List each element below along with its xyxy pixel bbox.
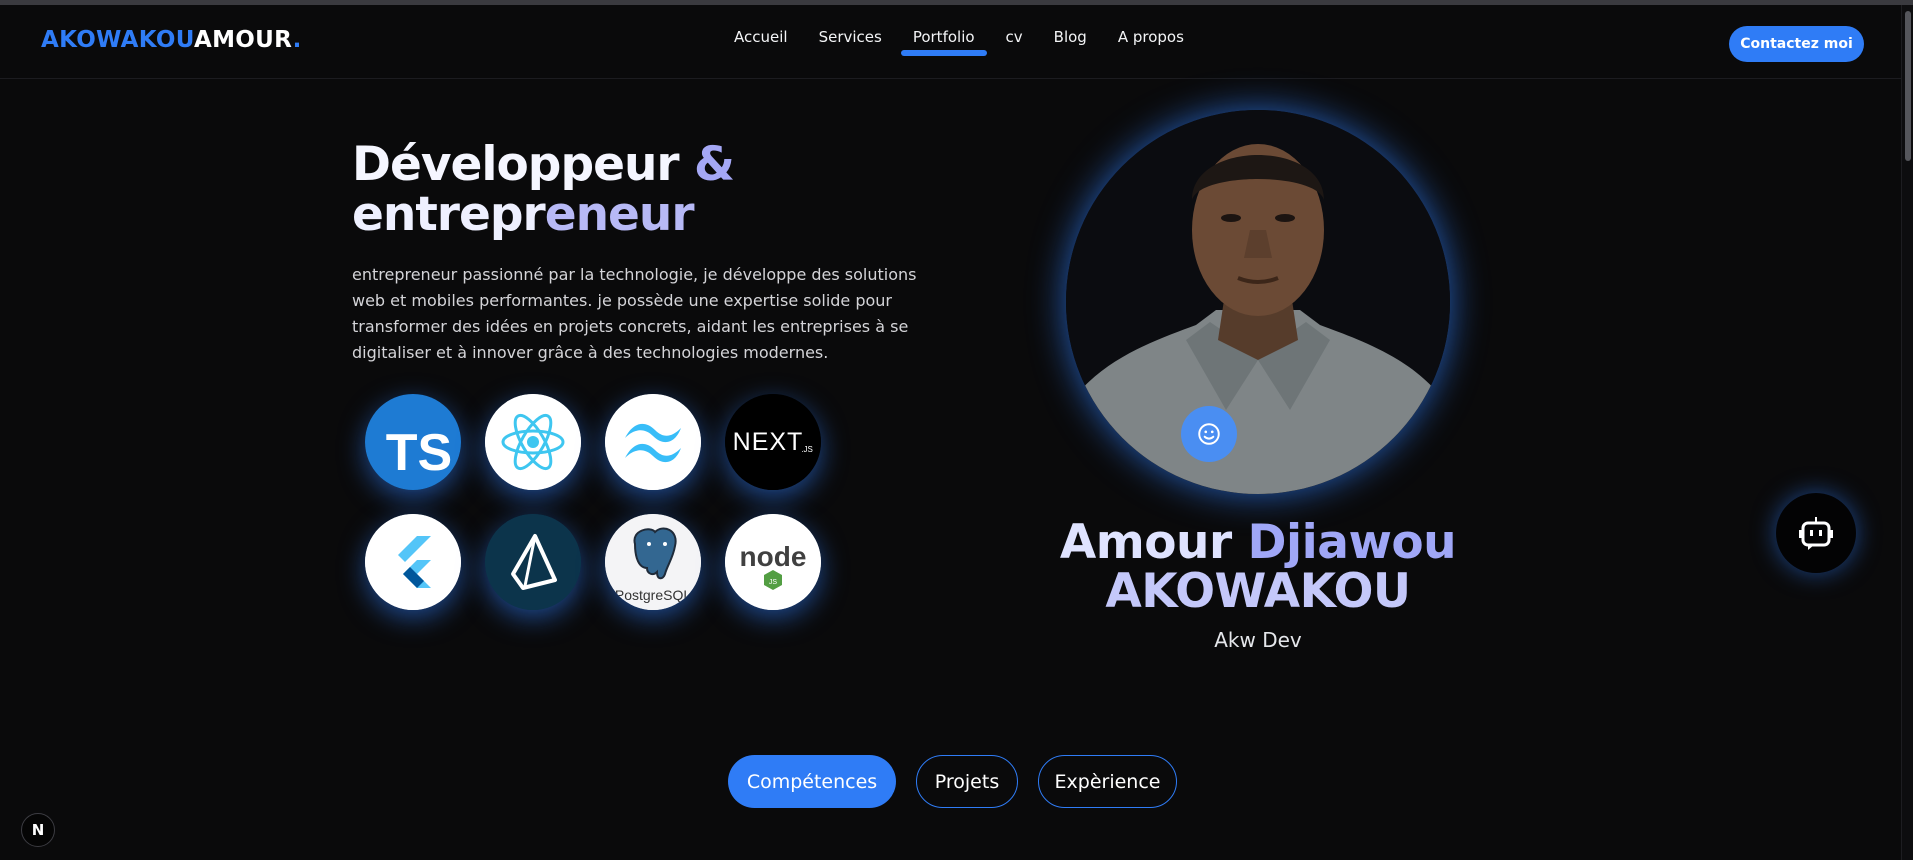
typescript-icon: TS — [365, 394, 461, 490]
nav-item-blog[interactable]: Blog — [1054, 28, 1087, 56]
prisma-icon — [485, 514, 581, 610]
smile-icon — [1198, 423, 1220, 445]
nav-item-portfolio[interactable]: Portfolio — [900, 28, 987, 56]
profile-middle-name: Djiawou — [1247, 515, 1457, 570]
profile-role: Akw Dev — [1214, 628, 1302, 652]
hero-title-ampersand: & — [693, 137, 735, 192]
page-scrollbar[interactable] — [1901, 5, 1913, 860]
hero-title-word2b: eneur — [544, 187, 695, 242]
profile-last-name: AKOWAKOU — [1105, 564, 1411, 619]
nextjs-dev-badge[interactable]: N — [21, 813, 55, 847]
logo-part1: AKOWAKOU — [41, 27, 194, 53]
contact-button[interactable]: Contactez moi — [1729, 26, 1864, 62]
profile-first-name: Amour — [1059, 515, 1248, 570]
react-icon — [485, 394, 581, 490]
nextjs-suffix: .JS — [801, 445, 813, 454]
nodejs-icon: node JS — [725, 514, 821, 610]
tab-experience[interactable]: Expèrience — [1038, 755, 1177, 808]
nav-item-accueil[interactable]: Accueil — [734, 28, 788, 56]
profile-name: Amour Djiawou AKOWAKOU — [1040, 518, 1476, 616]
person-portrait-icon — [1066, 110, 1450, 494]
nodejs-sub: JS — [769, 579, 778, 586]
postgresql-label: PostgreSQL — [615, 587, 691, 603]
main-nav: Accueil Services Portfolio cv Blog A pro… — [734, 28, 1215, 56]
nextjs-icon: NEXT .JS — [725, 394, 821, 490]
scrollbar-thumb[interactable] — [1905, 11, 1911, 161]
nav-item-a-propos[interactable]: A propos — [1118, 28, 1184, 56]
tab-competences[interactable]: Compétences — [728, 755, 896, 808]
tailwind-icon — [605, 394, 701, 490]
chatbot-button[interactable] — [1776, 493, 1856, 573]
hero-description: entrepreneur passionné par la technologi… — [352, 265, 917, 362]
typescript-label: TS — [386, 424, 452, 482]
postgresql-icon: PostgreSQL — [605, 514, 701, 610]
hero-title-word1: Développeur — [352, 137, 694, 192]
tab-projets[interactable]: Projets — [916, 755, 1018, 808]
flutter-icon — [365, 514, 461, 610]
site-logo[interactable]: AKOWAKOUAMOUR. — [41, 27, 302, 53]
profile-photo — [1066, 110, 1450, 494]
site-header: AKOWAKOUAMOUR. Accueil Services Portfoli… — [0, 5, 1901, 79]
hero-title-word2a: entrepr — [352, 187, 546, 242]
chatbot-icon — [1799, 517, 1833, 550]
nodejs-label: node — [740, 541, 807, 572]
nav-item-services[interactable]: Services — [819, 28, 882, 56]
hero-title: Développeur & entrepreneur — [352, 137, 735, 242]
logo-dot: . — [292, 27, 302, 53]
nav-item-cv[interactable]: cv — [1006, 28, 1023, 56]
nextjs-label: NEXT — [733, 428, 804, 456]
logo-part2: AMOUR — [194, 27, 293, 53]
smile-button[interactable] — [1181, 406, 1237, 462]
